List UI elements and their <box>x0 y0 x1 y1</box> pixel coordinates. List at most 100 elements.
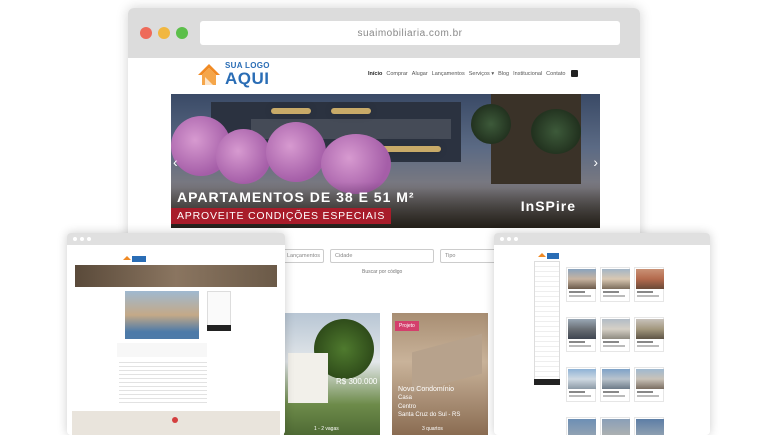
tile-photo <box>636 369 664 389</box>
window-dot <box>507 237 511 241</box>
mini-listing-tile <box>566 267 596 302</box>
property-city: Santa Cruz do Sul - RS <box>398 411 461 418</box>
mini-listing-tile <box>634 267 664 302</box>
window-dot <box>87 237 91 241</box>
nav-item-institucional[interactable]: Institucional <box>513 71 542 77</box>
building-image <box>288 353 328 403</box>
property-card[interactable]: Projeto Novo Condomínio Casa Centro Sant… <box>392 313 488 435</box>
window-dot <box>514 237 518 241</box>
mini-banner <box>75 265 277 287</box>
mini-listing-tile <box>566 317 596 352</box>
tile-photo <box>568 419 596 435</box>
mini-listing-tile <box>600 317 630 352</box>
tile-text-line <box>603 295 625 297</box>
tile-text-line <box>603 395 625 397</box>
prev-slide-icon[interactable]: ‹ <box>173 154 178 170</box>
close-window-dot[interactable] <box>140 27 152 39</box>
nav-item-alugar[interactable]: Alugar <box>412 71 428 77</box>
tile-text-line <box>569 345 591 347</box>
main-nav: Início Comprar Alugar Lançamentos Serviç… <box>368 70 579 77</box>
site-logo[interactable]: SUA LOGO AQUI <box>196 61 270 87</box>
nav-item-blog[interactable]: Blog <box>498 71 509 77</box>
mini-listing-tile <box>634 367 664 402</box>
browser-toolbar: suaimobiliaria.com.br <box>128 8 640 58</box>
mini-logo <box>538 247 560 259</box>
property-district: Centro <box>398 403 417 410</box>
window-dot <box>73 237 77 241</box>
next-slide-icon[interactable]: › <box>593 154 598 170</box>
type-select[interactable]: Lançamentos <box>282 249 324 263</box>
mini-listing-tile <box>634 417 664 435</box>
property-info: Novo Condomínio Casa Centro Santa Cruz d… <box>398 385 460 419</box>
city-select[interactable]: Cidade <box>330 249 434 263</box>
kind-select[interactable]: Tipo <box>440 249 500 263</box>
site-header: SUA LOGO AQUI Início Comprar Alugar Lanç… <box>128 58 640 94</box>
tree-image <box>266 122 326 182</box>
tile-text-line <box>637 345 659 347</box>
mini-features-list <box>119 359 207 403</box>
tile-photo <box>636 269 664 289</box>
window-light <box>271 108 311 114</box>
minimize-window-dot[interactable] <box>158 27 170 39</box>
mini-property-photo <box>125 291 199 339</box>
hero-banner[interactable]: ‹ › APARTAMENTOS DE 38 E 51 M² APROVEITE… <box>171 94 600 228</box>
tile-photo <box>636 419 664 435</box>
mini-listing-tile <box>566 417 596 435</box>
mini-filter-button <box>534 379 560 385</box>
window-dot <box>80 237 84 241</box>
address-bar[interactable]: suaimobiliaria.com.br <box>200 21 620 45</box>
nav-item-lancamentos[interactable]: Lançamentos <box>432 71 465 77</box>
mini-filter-sidebar <box>534 261 560 381</box>
showcase-stage: suaimobiliaria.com.br SUA LOGO AQUI Iníc… <box>0 0 768 435</box>
tile-text-line <box>569 295 591 297</box>
tile-text-line <box>569 341 585 343</box>
tile-text-line <box>603 391 619 393</box>
tile-photo <box>602 369 630 389</box>
left-preview-window <box>67 233 285 435</box>
mini-logo <box>123 251 147 262</box>
palm-tree-image <box>531 109 581 154</box>
hero-subtitle[interactable]: APROVEITE CONDIÇÕES ESPECIAIS <box>171 208 392 224</box>
tree-image <box>216 129 271 184</box>
right-window-toolbar <box>494 233 710 245</box>
mini-listing-tile <box>600 267 630 302</box>
tile-text-line <box>637 295 659 297</box>
mini-listing-tile <box>634 317 664 352</box>
tile-text-line <box>637 291 653 293</box>
tile-text-line <box>603 341 619 343</box>
nav-item-servicos[interactable]: Serviços ▾ <box>469 71 494 77</box>
window-light <box>381 146 441 152</box>
map-pin-icon <box>172 417 178 423</box>
property-price: R$ 300.000 <box>336 377 378 386</box>
mini-listing-tile <box>600 417 630 435</box>
tile-text-line <box>637 391 653 393</box>
property-card[interactable]: R$ 300.000 1 - 2 vagas <box>284 313 380 435</box>
search-by-code-link[interactable]: Buscar por código <box>362 269 402 275</box>
right-preview-window <box>494 233 710 435</box>
maximize-window-dot[interactable] <box>176 27 188 39</box>
nav-item-contato[interactable]: Contato <box>546 71 565 77</box>
tile-text-line <box>569 391 585 393</box>
tile-photo <box>602 269 630 289</box>
nav-item-comprar[interactable]: Comprar <box>386 71 407 77</box>
tile-photo <box>568 319 596 339</box>
status-badge: Projeto <box>395 321 419 331</box>
left-window-toolbar <box>67 233 285 245</box>
mini-map <box>72 411 280 435</box>
window-light <box>331 108 371 114</box>
mini-listing-tile <box>566 367 596 402</box>
mini-listing-tile <box>600 367 630 402</box>
tile-photo <box>602 419 630 435</box>
tile-text-line <box>603 291 619 293</box>
tile-text-line <box>637 395 659 397</box>
mini-agent-card <box>117 343 207 357</box>
property-details: 3 quartos <box>422 426 443 432</box>
nav-item-inicio[interactable]: Início <box>368 71 382 77</box>
tile-text-line <box>569 395 591 397</box>
palm-tree-image <box>471 104 511 144</box>
property-name: Novo Condomínio <box>398 386 455 393</box>
tile-text-line <box>569 291 585 293</box>
hero-title: APARTAMENTOS DE 38 E 51 M² <box>177 189 415 205</box>
house-logo-icon <box>196 61 222 87</box>
phone-icon[interactable] <box>571 70 579 77</box>
